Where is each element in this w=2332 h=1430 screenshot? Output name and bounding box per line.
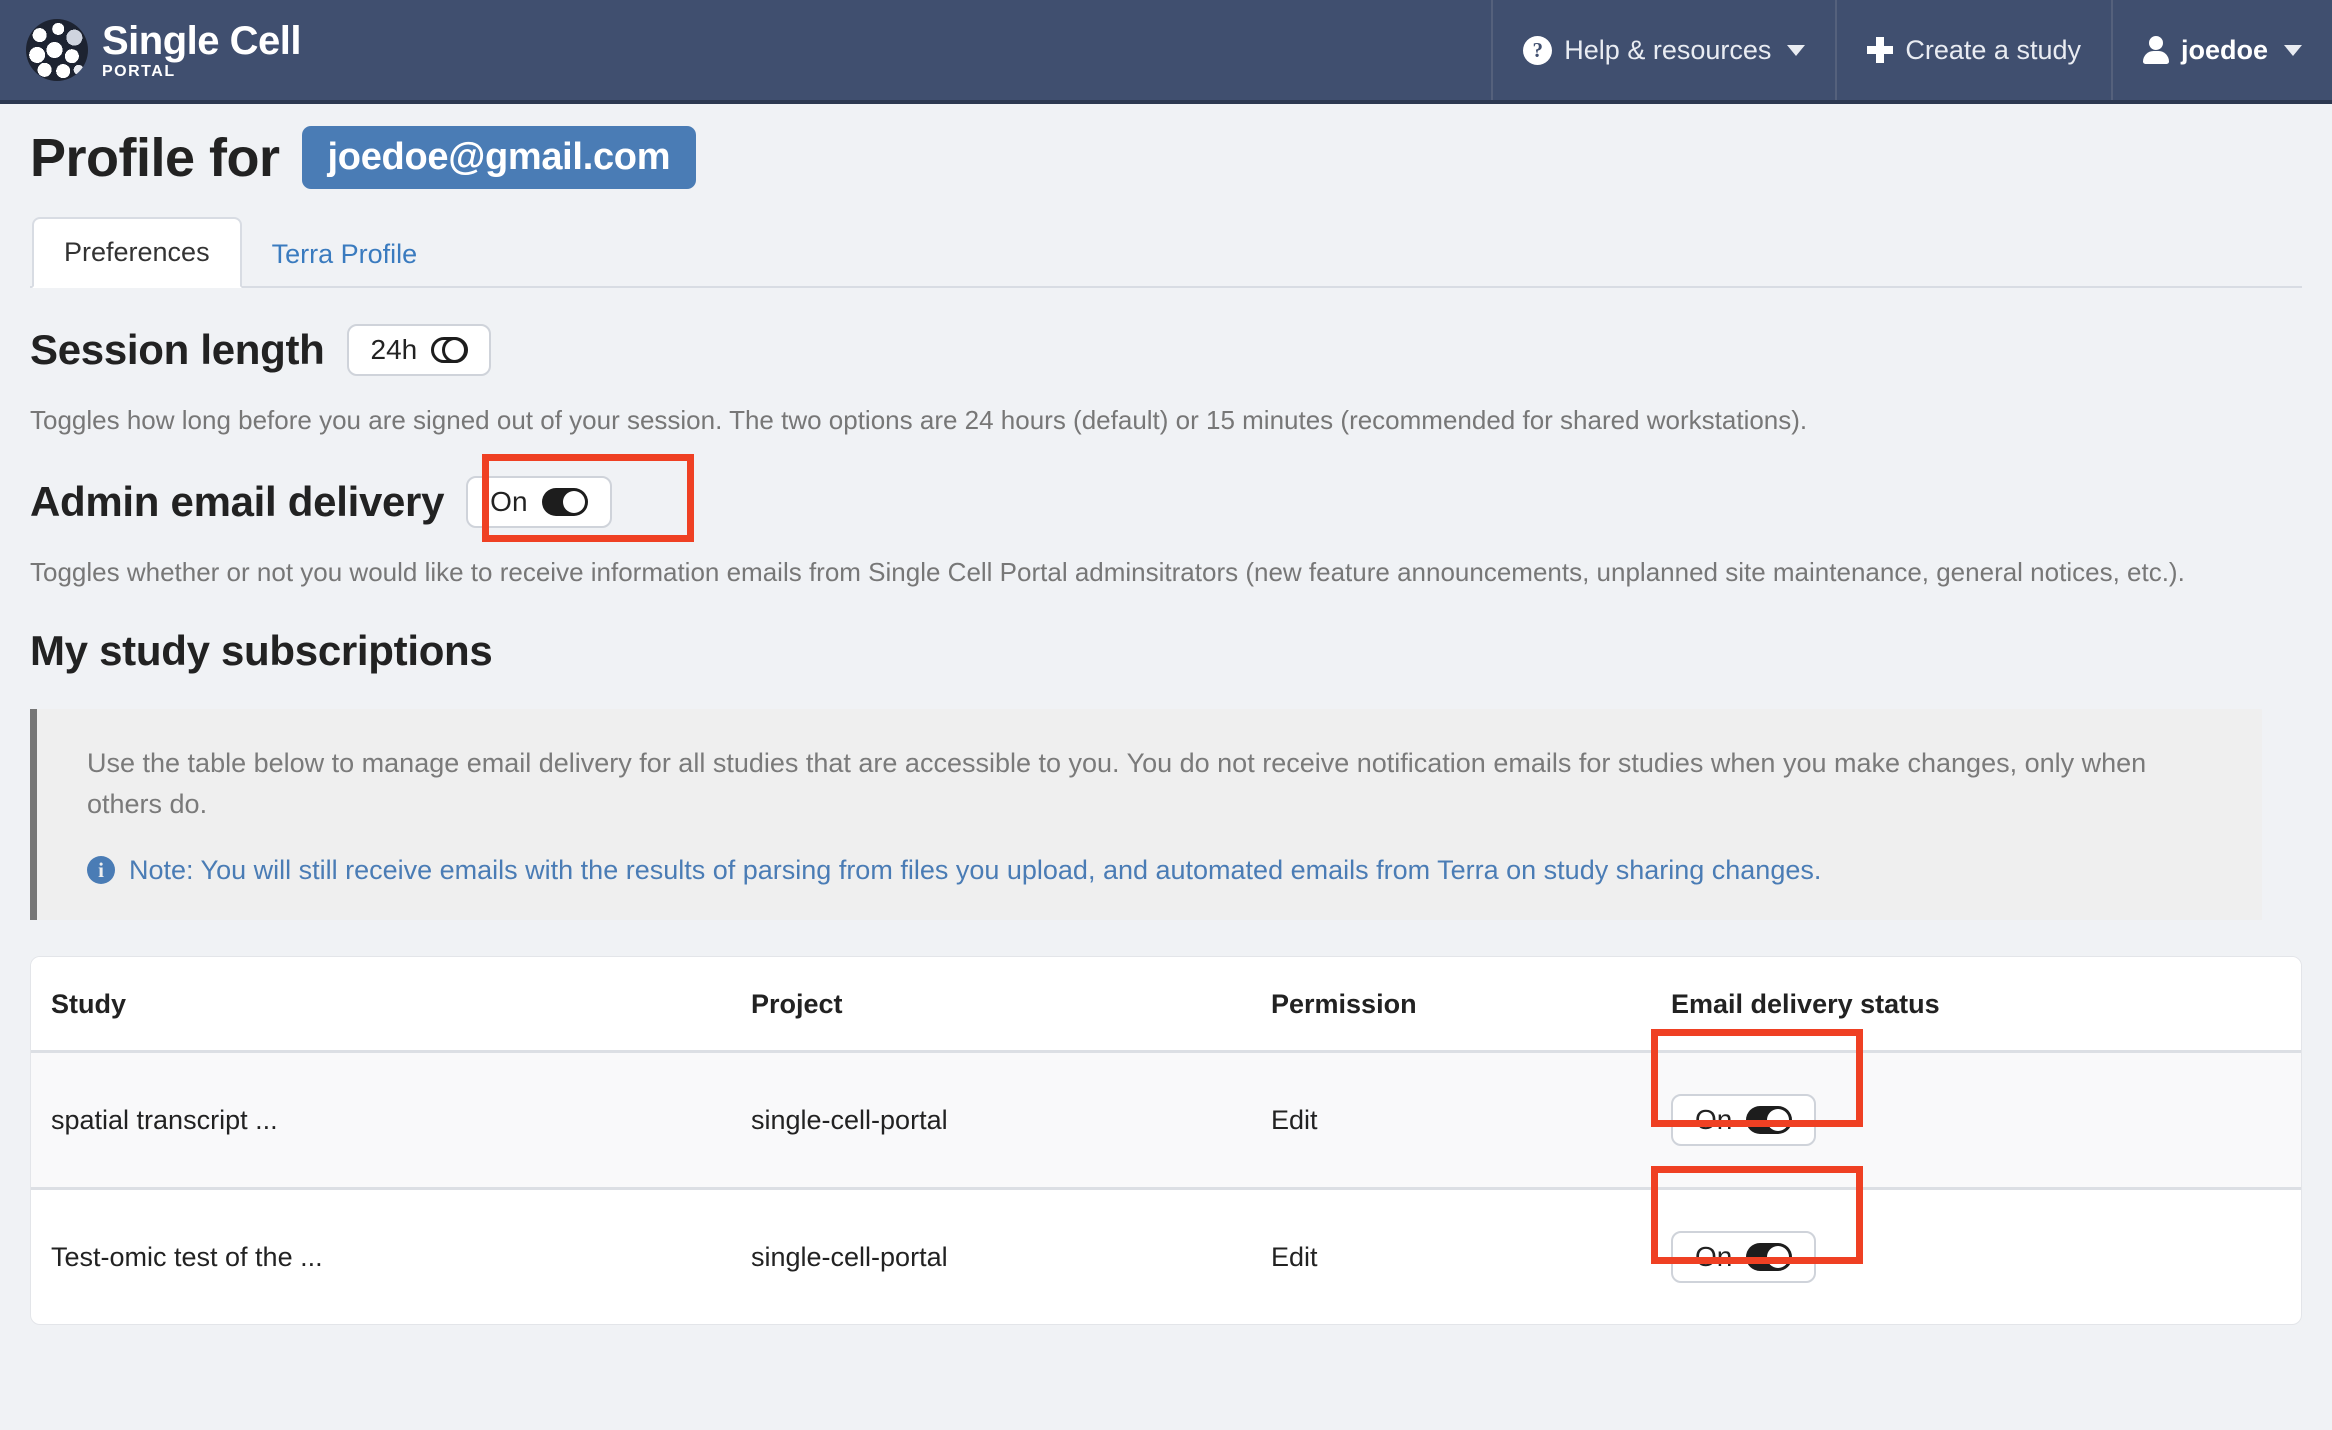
tab-preferences[interactable]: Preferences — [32, 217, 242, 288]
single-cell-portal-logo-icon — [26, 19, 88, 81]
table-row: spatial transcript ... single-cell-porta… — [31, 1029, 2301, 1191]
toggle-switch-on-icon — [1746, 1243, 1793, 1272]
column-header-project: Project — [751, 957, 1271, 1054]
cell-email-status: On — [1651, 1029, 2301, 1191]
admin-email-delivery-toggle-button[interactable]: On — [466, 475, 612, 528]
info-icon: i — [87, 856, 115, 885]
page-title: Profile for — [30, 127, 280, 188]
user-icon — [2142, 36, 2169, 64]
subscriptions-note: i Note: You will still receive emails wi… — [87, 852, 2222, 890]
cell-study: Test-omic test of the ... — [51, 1241, 323, 1272]
page-content: Profile for joedoe@gmail.com Preferences… — [0, 104, 2332, 1326]
plus-icon — [1867, 37, 1894, 63]
admin-email-delivery-description: Toggles whether or not you would like to… — [30, 556, 2185, 587]
session-length-row: Session length 24h — [30, 324, 2302, 376]
nav-help-and-resources[interactable]: ? Help & resources — [1491, 0, 1835, 100]
column-header-email-status: Email delivery status — [1671, 957, 2301, 1054]
table-header-row: Study Project Permission Email delivery … — [31, 957, 2301, 1054]
session-length-toggle-label: 24h — [370, 334, 418, 365]
table-row: Test-omic test of the ... single-cell-po… — [31, 1166, 2301, 1325]
session-length-heading: Session length — [30, 326, 325, 373]
row-email-delivery-toggle-button[interactable]: On — [1671, 1231, 1817, 1284]
cell-email-status: On — [1651, 1166, 2301, 1325]
subscriptions-table: Study Project Permission Email delivery … — [31, 957, 2301, 1324]
brand-subtitle: PORTAL — [102, 62, 176, 80]
profile-tabs: Preferences Terra Profile — [30, 215, 2302, 288]
cell-project: single-cell-portal — [751, 1051, 1271, 1191]
nav-create-study-label: Create a study — [1905, 34, 2081, 65]
navbar-right-group: ? Help & resources Create a study joedoe — [1491, 0, 2332, 100]
row-email-delivery-toggle-button[interactable]: On — [1671, 1094, 1817, 1147]
subscriptions-callout: Use the table below to manage email deli… — [30, 709, 2262, 921]
brand-logo-link[interactable]: Single Cell PORTAL — [0, 0, 302, 100]
toggle-switch-on-icon — [541, 487, 588, 516]
nav-user-menu[interactable]: joedoe — [2110, 0, 2332, 100]
chevron-down-icon — [2284, 44, 2302, 56]
subscriptions-note-text: Note: You will still receive emails with… — [129, 855, 1822, 886]
user-email-badge: joedoe@gmail.com — [301, 126, 697, 189]
admin-email-delivery-heading: Admin email delivery — [30, 477, 445, 525]
study-subscriptions-heading: My study subscriptions — [30, 627, 493, 675]
top-navbar: Single Cell PORTAL ? Help & resources Cr… — [0, 0, 2332, 104]
study-subscriptions-row: My study subscriptions — [30, 627, 2302, 675]
subscriptions-table-wrapper: Study Project Permission Email delivery … — [30, 956, 2302, 1326]
table-head: Study Project Permission Email delivery … — [31, 957, 2301, 1054]
session-length-toggle-button[interactable]: 24h — [346, 324, 492, 376]
admin-email-delivery-row: Admin email delivery On — [30, 453, 2302, 542]
cell-project: single-cell-portal — [751, 1241, 948, 1272]
toggle-switch-on-icon — [1746, 1106, 1793, 1135]
toggle-switch-icon — [431, 336, 468, 363]
column-header-study: Study — [31, 957, 751, 1054]
question-circle-icon: ? — [1523, 35, 1553, 65]
cell-permission: Edit — [1271, 1051, 1671, 1191]
nav-user-label: joedoe — [2180, 34, 2268, 65]
column-header-permission: Permission — [1271, 957, 1671, 1054]
row-email-delivery-toggle-label: On — [1695, 1104, 1733, 1136]
nav-create-a-study[interactable]: Create a study — [1835, 0, 2111, 100]
cell-permission: Edit — [1271, 1241, 1318, 1272]
tab-terra-profile[interactable]: Terra Profile — [242, 221, 448, 288]
page-title-row: Profile for joedoe@gmail.com — [30, 104, 2302, 189]
table-body: spatial transcript ... single-cell-porta… — [31, 1029, 2301, 1325]
session-length-description: Toggles how long before you are signed o… — [30, 405, 1808, 435]
admin-email-delivery-toggle-label: On — [490, 485, 528, 517]
brand-name: Single Cell — [102, 18, 302, 63]
chevron-down-icon — [1787, 44, 1806, 56]
subscriptions-callout-text: Use the table below to manage email deli… — [87, 748, 2147, 819]
brand-text: Single Cell PORTAL — [102, 18, 302, 80]
cell-study: spatial transcript ... — [31, 1051, 751, 1191]
nav-help-label: Help & resources — [1564, 34, 1772, 65]
row-email-delivery-toggle-label: On — [1695, 1241, 1733, 1273]
